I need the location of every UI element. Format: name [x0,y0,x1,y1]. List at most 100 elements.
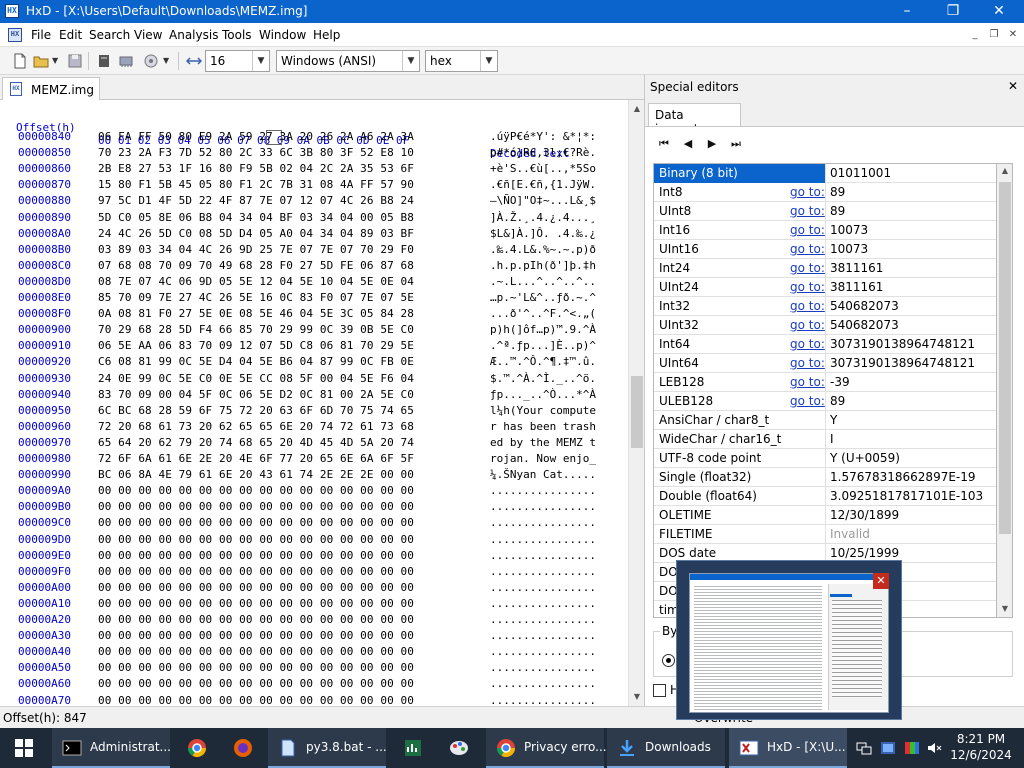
row-bytes[interactable]: 00 00 00 00 00 00 00 00 00 00 00 00 00 0… [98,596,414,612]
inspector-value[interactable]: 3811161 [830,280,883,294]
inspector-row[interactable]: Double (float64) 3.09251817817101E-103 [654,487,996,506]
goto-link[interactable]: go to: [790,356,825,370]
taskbar-item-chrome[interactable]: Privacy erro... [486,728,607,768]
row-decoded-text[interactable]: …p.~'L&^..ƒð.~.^ [490,290,596,306]
scroll-down-icon[interactable]: ▼ [632,692,642,701]
row-bytes[interactable]: 06 5E AA 06 83 70 09 12 07 5D C8 06 81 7… [98,338,414,354]
inspector-value[interactable]: Y (U+0059) [830,451,900,465]
inspector-row[interactable]: UInt32 go to: 540682073 [654,316,996,335]
inspector-value[interactable]: 10/25/1999 [830,546,899,560]
close-button[interactable]: ✕ [976,0,1022,23]
mdi-minimize-button[interactable]: _ [968,28,982,42]
menu-file[interactable]: File [31,28,51,42]
next-icon[interactable]: ▶ [703,135,721,153]
row-bytes[interactable]: 03 89 03 34 04 4C 26 9D 25 7E 07 7E 07 7… [98,242,414,258]
goto-link[interactable]: go to: [790,299,825,313]
menu-window[interactable]: Window [259,28,306,42]
row-decoded-text[interactable]: rojan. Now enjo_ [490,451,596,467]
goto-link[interactable]: go to: [790,318,825,332]
row-bytes[interactable]: 85 70 09 7E 27 4C 26 5E 16 0C 83 F0 07 7… [98,290,414,306]
inspector-row[interactable]: Int24 go to: 3811161 [654,259,996,278]
inspector-value[interactable]: 3.09251817817101E-103 [830,489,983,503]
row-decoded-text[interactable]: ................ [490,532,596,548]
inspector-value[interactable]: 89 [830,394,845,408]
row-bytes[interactable]: C6 08 81 99 0C 5E D4 04 5E B6 04 87 99 0… [98,354,414,370]
row-decoded-text[interactable]: ¼.ŠNyan Cat..... [490,467,596,483]
row-bytes[interactable]: 06 FA FF 50 80 E9 2A 59 27 3A 20 26 2A A… [98,129,414,145]
row-bytes[interactable]: 00 00 00 00 00 00 00 00 00 00 00 00 00 0… [98,628,414,644]
scroll-down-icon[interactable]: ▼ [1000,604,1010,613]
taskbar-pin-paint[interactable] [436,728,482,768]
document-icon[interactable]: HX [8,28,22,42]
hex-scrollbar[interactable]: ▲ ▼ [628,100,644,706]
row-bytes[interactable]: 00 00 00 00 00 00 00 00 00 00 00 00 00 0… [98,580,414,596]
inspector-value[interactable]: 3073190138964748121 [830,337,975,351]
menu-edit[interactable]: Edit [59,28,82,42]
row-bytes[interactable]: 72 20 68 61 73 20 62 65 65 6E 20 74 72 6… [98,419,414,435]
inspector-value[interactable]: 1.57678318662897E-19 [830,470,976,484]
tab-data-inspector[interactable]: Data inspector [648,103,741,136]
inspector-row[interactable]: UTF-8 code point Y (U+0059) [654,449,996,468]
row-bytes[interactable]: 00 00 00 00 00 00 00 00 00 00 00 00 00 0… [98,693,414,707]
inspector-row[interactable]: Single (float32) 1.57678318662897E-19 [654,468,996,487]
row-decoded-text[interactable]: —\ÑO]"O‡~...L&¸$ [490,193,596,209]
bytes-per-row-select[interactable]: 16 ▼ [205,50,270,72]
new-file-icon[interactable] [12,53,28,69]
goto-link[interactable]: go to: [790,223,825,237]
open-dropdown-icon[interactable]: ▼ [52,56,58,65]
mdi-close-button[interactable]: ✕ [1006,28,1020,42]
app-tray-icon[interactable] [880,740,896,756]
row-bytes[interactable]: 24 0E 99 0C 5E C0 0E 5E CC 08 5F 00 04 5… [98,371,414,387]
inspector-value[interactable]: 540682073 [830,299,899,313]
row-decoded-text[interactable]: ................ [490,596,596,612]
inspector-row[interactable]: UInt16 go to: 10073 [654,240,996,259]
row-bytes[interactable]: 15 80 F1 5B 45 05 80 F1 2C 7B 31 08 4A F… [98,177,414,193]
scroll-thumb[interactable] [631,376,643,448]
first-icon[interactable]: ⏮ [655,135,673,153]
taskbar-item-downloads[interactable]: Downloads [607,728,725,768]
goto-link[interactable]: go to: [790,185,825,199]
calc-dropdown-icon[interactable]: ▼ [163,56,169,65]
row-decoded-text[interactable]: ................ [490,483,596,499]
row-decoded-text[interactable]: ed by the MEMZ t [490,435,596,451]
inspector-value[interactable]: 10073 [830,223,868,237]
inspector-value[interactable]: 12/30/1899 [830,508,899,522]
row-decoded-text[interactable]: ................ [490,515,596,531]
row-bytes[interactable]: 00 00 00 00 00 00 00 00 00 00 00 00 00 0… [98,660,414,676]
scroll-up-icon[interactable]: ▲ [632,104,642,113]
row-decoded-text[interactable]: ................ [490,693,596,707]
row-bytes[interactable]: 00 00 00 00 00 00 00 00 00 00 00 00 00 0… [98,564,414,580]
row-bytes[interactable]: 97 5C D1 4F 5D 22 4F 87 7E 07 12 07 4C 2… [98,193,414,209]
taskbar-window-preview[interactable]: ✕ [676,560,902,720]
inspector-value[interactable]: 89 [830,185,845,199]
menu-search[interactable]: Search [89,28,130,42]
goto-link[interactable]: go to: [790,375,825,389]
row-decoded-text[interactable]: ................ [490,580,596,596]
disk-icon[interactable] [96,53,112,69]
taskbar-pin-chrome[interactable] [174,728,220,768]
offset-base-select[interactable]: hex ▼ [425,50,498,72]
row-decoded-text[interactable]: ................ [490,628,596,644]
row-decoded-text[interactable]: l¼h(Your compute [490,403,596,419]
row-bytes[interactable]: 00 00 00 00 00 00 00 00 00 00 00 00 00 0… [98,483,414,499]
row-decoded-text[interactable]: r has been trash [490,419,596,435]
volume-muted-icon[interactable] [926,740,942,756]
minimize-button[interactable]: – [884,0,930,23]
row-decoded-text[interactable]: .h.p.pIh(ð']þ.‡h [490,258,596,274]
row-bytes[interactable]: 70 29 68 28 5D F4 66 85 70 29 99 0C 39 0… [98,322,414,338]
inspector-row[interactable]: ULEB128 go to: 89 [654,392,996,411]
charset-select[interactable]: Windows (ANSI) ▼ [276,50,420,72]
inspector-value[interactable]: 3073190138964748121 [830,356,975,370]
inspector-value[interactable]: I [830,432,834,446]
taskbar-pin-firefox[interactable] [220,728,266,768]
row-bytes[interactable]: 83 70 09 00 04 5F 0C 06 5E D2 0C 81 00 2… [98,387,414,403]
inspector-value[interactable]: 01011001 [830,166,891,180]
row-decoded-text[interactable]: p)h(]ôf…p)™.9.^À [490,322,596,338]
inspector-row[interactable]: Int16 go to: 10073 [654,221,996,240]
byte-order-radio[interactable] [662,654,675,667]
inspector-row[interactable]: OLETIME 12/30/1899 [654,506,996,525]
goto-link[interactable]: go to: [790,337,825,351]
row-decoded-text[interactable]: ................ [490,548,596,564]
row-bytes[interactable]: 24 4C 26 5D C0 08 5D D4 05 A0 04 34 04 8… [98,226,414,242]
row-decoded-text[interactable]: ................ [490,499,596,515]
